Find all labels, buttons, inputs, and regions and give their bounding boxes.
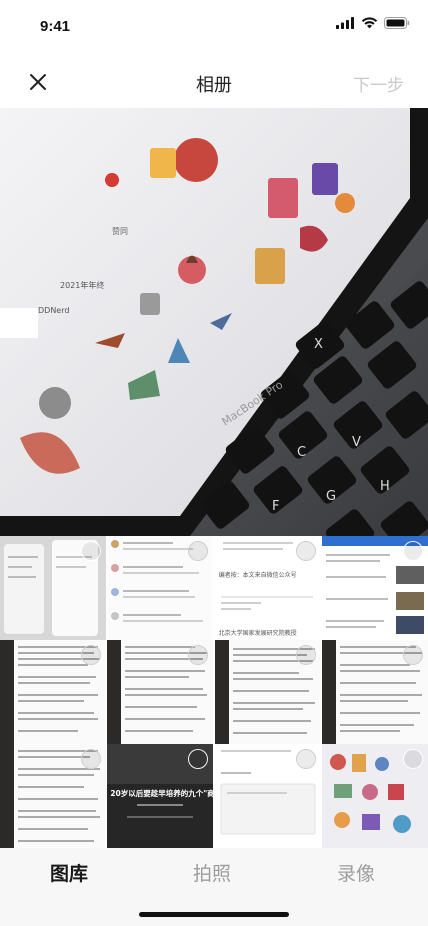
select-circle[interactable]	[81, 541, 101, 561]
signal-icon	[336, 17, 354, 29]
preview-screen-text-2: DDNerd	[38, 306, 69, 315]
svg-text:F: F	[272, 499, 279, 514]
status-time: 9:41	[40, 18, 71, 35]
thumbnail-6[interactable]	[107, 640, 214, 744]
thumbnail-3[interactable]: 编者按：本文来自微信公众号 北京大学国家发展研究院教授	[214, 536, 321, 640]
svg-text:V: V	[352, 435, 361, 450]
thumbnail-9[interactable]	[0, 744, 106, 848]
status-icons	[336, 17, 410, 29]
wifi-icon	[361, 17, 378, 29]
select-circle[interactable]	[402, 645, 423, 665]
svg-text:H: H	[380, 479, 390, 494]
thumbnail-4[interactable]	[321, 536, 428, 640]
tab-photo[interactable]: 拍照	[193, 859, 231, 886]
select-circle[interactable]	[402, 541, 423, 561]
preview-photo: X C V F G H 2021年年终 DDNerd 赞同 MacBook Pr…	[0, 108, 428, 536]
tab-library[interactable]: 图库	[50, 859, 88, 886]
select-circle[interactable]	[402, 749, 423, 769]
thumbnail-2[interactable]	[107, 536, 214, 640]
preview-screen-text-1: 2021年年终	[60, 280, 104, 290]
thumbnail-7[interactable]	[214, 640, 321, 744]
next-step-button[interactable]: 下一步	[353, 71, 404, 96]
svg-text:C: C	[297, 445, 306, 460]
thumbnail-3-text-b: 北京大学国家发展研究院教授	[218, 630, 297, 637]
photo-preview: X C V F G H 2021年年终 DDNerd 赞同 MacBook Pr…	[0, 108, 428, 536]
home-indicator	[139, 912, 289, 917]
thumbnail-11[interactable]	[214, 744, 321, 848]
select-circle[interactable]	[295, 541, 316, 561]
preview-screen-text-3: 赞同	[112, 226, 128, 236]
thumbnail-3-text-a: 编者按：本文来自微信公众号	[218, 572, 297, 579]
select-circle[interactable]	[295, 749, 316, 769]
thumbnail-10[interactable]: 20岁以后要趁早培养的九个"商"	[107, 744, 214, 848]
select-circle[interactable]	[295, 645, 316, 665]
svg-text:X: X	[314, 337, 323, 352]
thumbnail-12[interactable]	[321, 744, 428, 848]
thumbnail-1[interactable]	[0, 536, 106, 640]
source-tab-bar: 图库 拍照 录像	[0, 848, 428, 926]
photo-grid: 编者按：本文来自微信公众号 北京大学国家发展研究院教授 20岁以后要趁早培养的九…	[0, 536, 428, 848]
battery-icon	[384, 17, 410, 29]
thumbnail-10-caption: 20岁以后要趁早培养的九个"商"	[110, 789, 214, 798]
thumbnail-5[interactable]	[0, 640, 106, 744]
tab-video[interactable]: 录像	[337, 859, 375, 886]
select-circle[interactable]	[81, 749, 101, 769]
thumbnail-8[interactable]	[321, 640, 428, 744]
svg-text:G: G	[326, 489, 336, 504]
select-circle[interactable]	[81, 645, 101, 665]
status-bar: 9:41	[0, 0, 428, 52]
nav-bar: 相册 下一步	[0, 56, 428, 108]
